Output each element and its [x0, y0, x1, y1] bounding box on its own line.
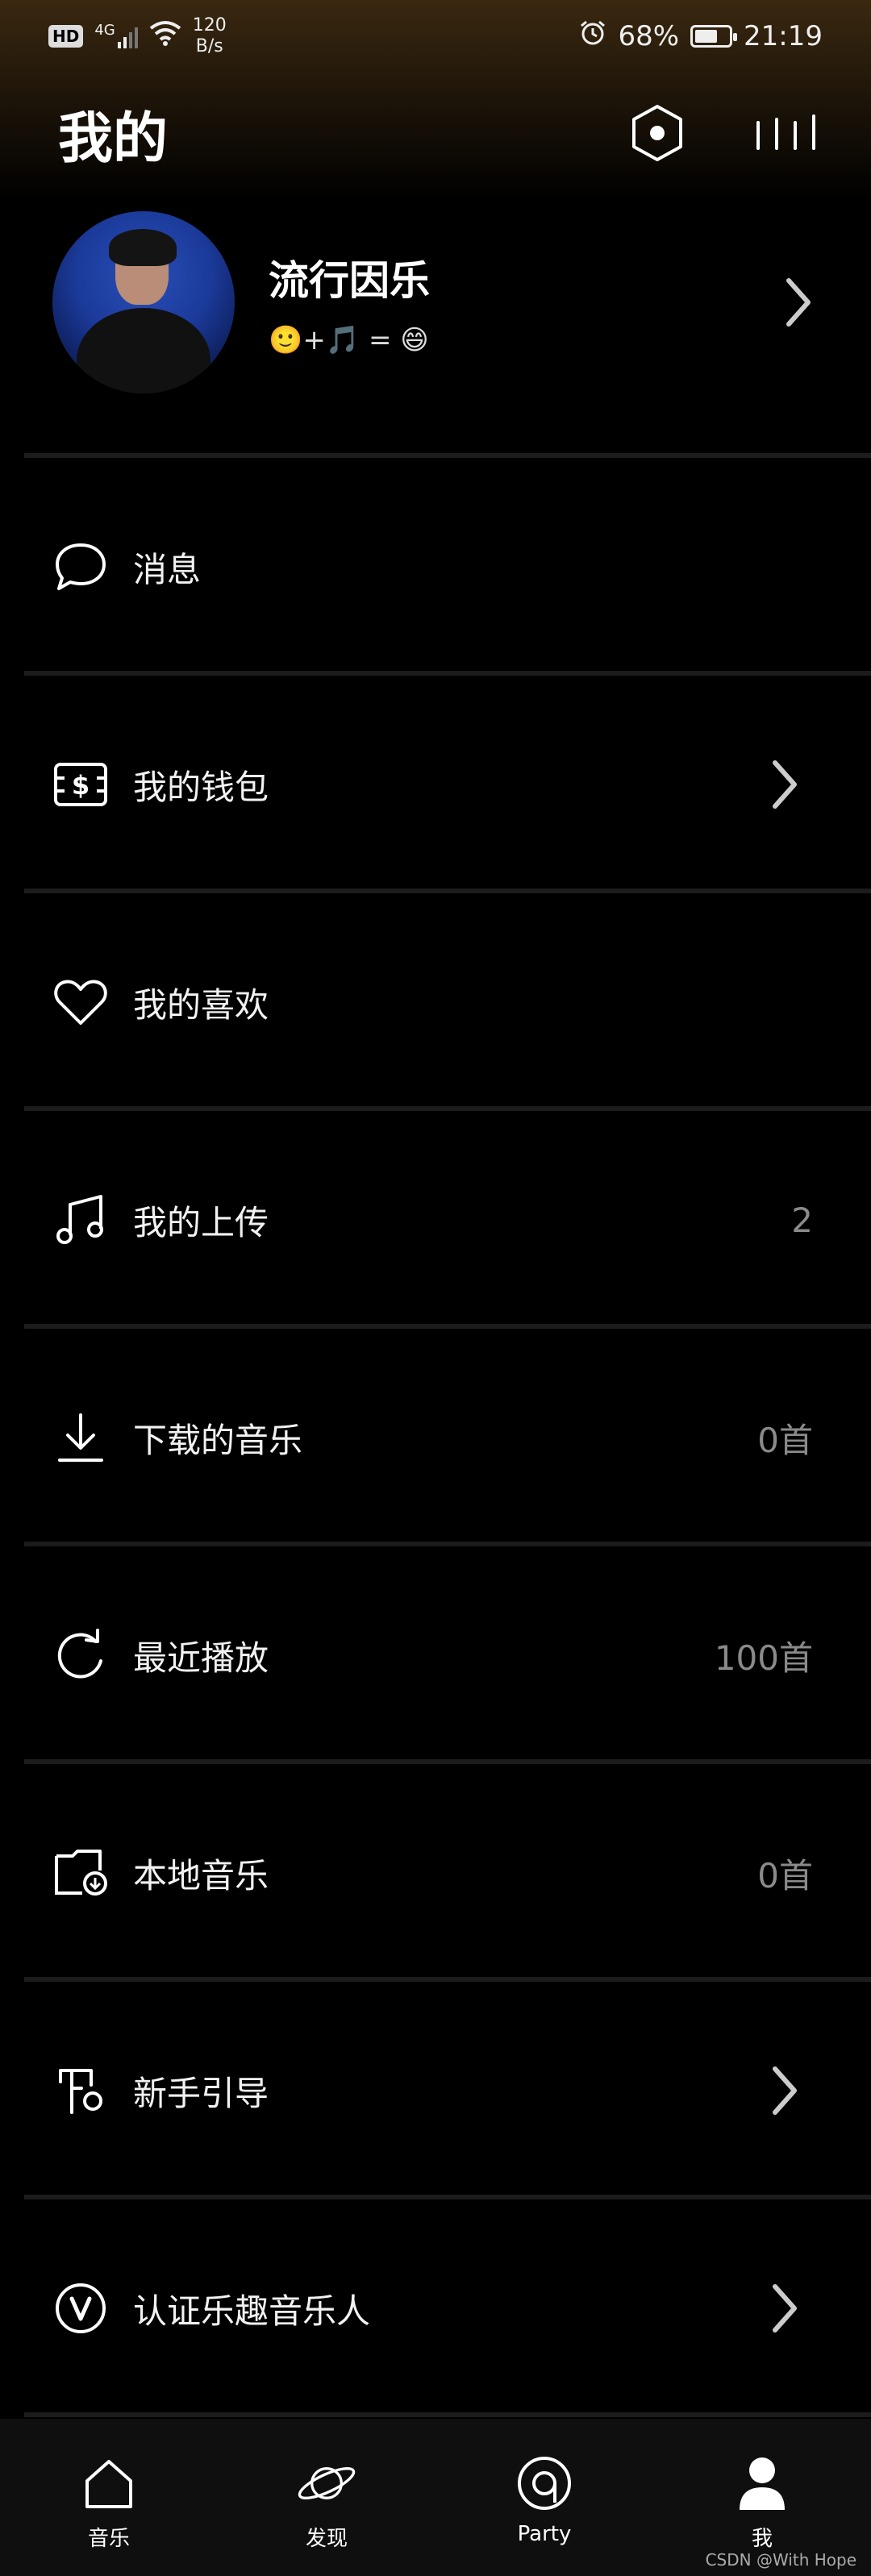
menu-item-value: 2: [791, 1200, 813, 1240]
clock: 21:19: [744, 20, 823, 52]
hd-badge: HD: [48, 25, 84, 48]
nav-item-music[interactable]: 音乐: [0, 2419, 218, 2576]
home-icon: [77, 2451, 141, 2516]
menu-item-value: 0首: [757, 1420, 813, 1460]
signal-icon: 4G: [94, 22, 138, 48]
verified-v-icon: [52, 2280, 109, 2337]
menu-item[interactable]: 新手引导: [0, 1982, 871, 2199]
menu-item-label: 认证乐趣音乐人: [133, 2291, 371, 2331]
menu-item[interactable]: 我的上传 2: [0, 1111, 871, 1329]
chevron-right-icon[interactable]: [765, 756, 805, 813]
menu-item-value: 0首: [757, 1855, 813, 1896]
refresh-icon: [52, 1627, 109, 1683]
local-folder-icon: [52, 1845, 109, 1901]
planet-icon: [294, 2451, 359, 2516]
menu-item[interactable]: 本地音乐 0首: [0, 1764, 871, 1982]
menu-item[interactable]: 认证乐趣音乐人: [0, 2199, 871, 2417]
menu-item[interactable]: 我的喜欢: [0, 893, 871, 1111]
music-note-icon: [52, 1192, 109, 1248]
menu-item[interactable]: 下载的音乐 0首: [0, 1329, 871, 1546]
menu-item-label: 我的钱包: [133, 767, 269, 807]
battery-icon: [690, 25, 738, 48]
chevron-right-icon[interactable]: [774, 270, 823, 335]
page-title: 我的: [58, 106, 169, 171]
guide-icon: [52, 2062, 109, 2119]
menu-item-label: 我的上传: [133, 1202, 269, 1242]
menu-item-label: 我的喜欢: [133, 984, 269, 1025]
menu-item[interactable]: 最近播放 100首: [0, 1546, 871, 1764]
heart-icon: [52, 974, 109, 1030]
download-icon: [52, 1409, 109, 1466]
alarm-icon: [579, 19, 606, 54]
message-bubble-icon: [52, 539, 109, 595]
wallet-icon: $: [52, 756, 109, 813]
chevron-right-icon[interactable]: [765, 2280, 805, 2337]
menu-item-label: 消息: [133, 549, 202, 589]
battery-percent: 68%: [618, 20, 680, 52]
network-speed: 120 B/s: [192, 15, 227, 56]
menu-item-label: 最近播放: [133, 1638, 269, 1678]
profile-signature: 🙂+🎵 = 😄: [269, 324, 429, 356]
nav-label: Party: [517, 2522, 572, 2546]
bars-icon[interactable]: [754, 101, 819, 165]
nav-item-discover[interactable]: 发现: [218, 2419, 436, 2576]
divider: [24, 2412, 871, 2417]
nav-label: 音乐: [87, 2527, 130, 2551]
menu-item[interactable]: $ 我的钱包: [0, 676, 871, 893]
menu-item[interactable]: 消息: [0, 458, 871, 676]
menu-item-label: 本地音乐: [133, 1855, 269, 1896]
nav-label: 我: [751, 2527, 773, 2551]
menu-item-label: 新手引导: [133, 2073, 269, 2113]
user-icon: [730, 2451, 794, 2516]
status-bar: HD 4G 120 B/s 68% 21:19: [0, 0, 871, 73]
profile-name: 流行因乐: [269, 257, 430, 304]
menu-item-label: 下载的音乐: [133, 1420, 303, 1460]
profile-info: 流行因乐 🙂+🎵 = 😄: [269, 248, 774, 356]
profile-card[interactable]: 流行因乐 🙂+🎵 = 😄: [0, 206, 871, 399]
party-disc-icon: [512, 2451, 577, 2516]
svg-text:$: $: [72, 770, 90, 801]
header: 我的: [0, 85, 871, 181]
settings-hex-icon[interactable]: [625, 101, 690, 165]
chevron-right-icon[interactable]: [765, 2062, 805, 2119]
wifi-icon: [149, 20, 181, 53]
watermark: CSDN @With Hope: [705, 2550, 856, 2570]
nav-label: 发现: [305, 2527, 348, 2551]
avatar[interactable]: [52, 211, 235, 393]
menu-item-value: 100首: [714, 1638, 813, 1678]
network-type: 4G: [94, 22, 115, 39]
nav-item-party[interactable]: Party: [436, 2419, 653, 2576]
